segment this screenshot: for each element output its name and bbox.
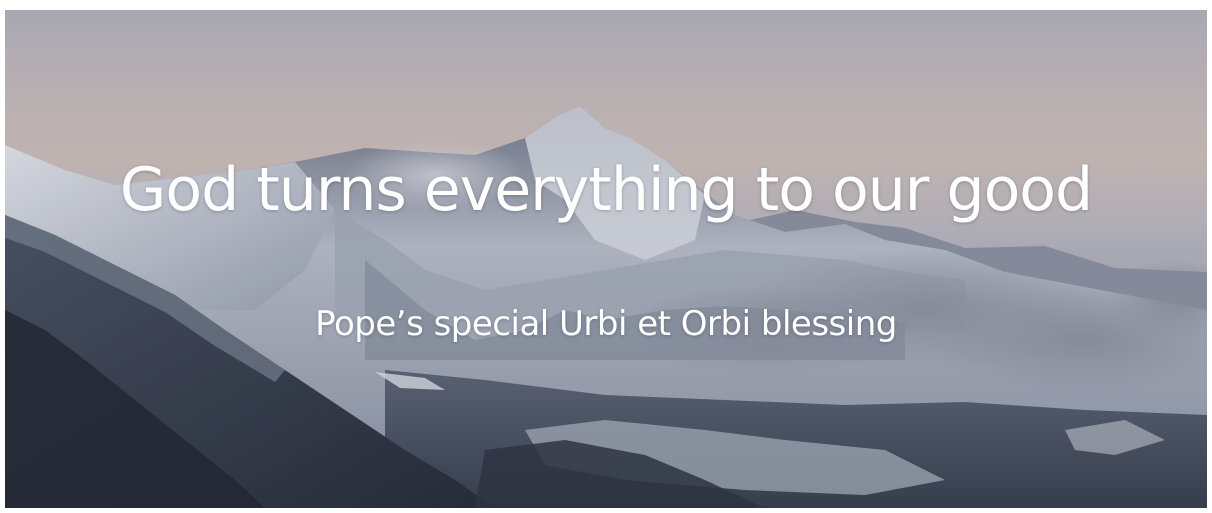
hero-banner: God turns everything to our good Pope’s …: [5, 10, 1207, 508]
snowy-mountain-background-image: [5, 10, 1207, 508]
hero-title: God turns everything to our good: [119, 155, 1093, 225]
hero-subtitle: Pope’s special Urbi et Orbi blessing: [315, 304, 897, 344]
